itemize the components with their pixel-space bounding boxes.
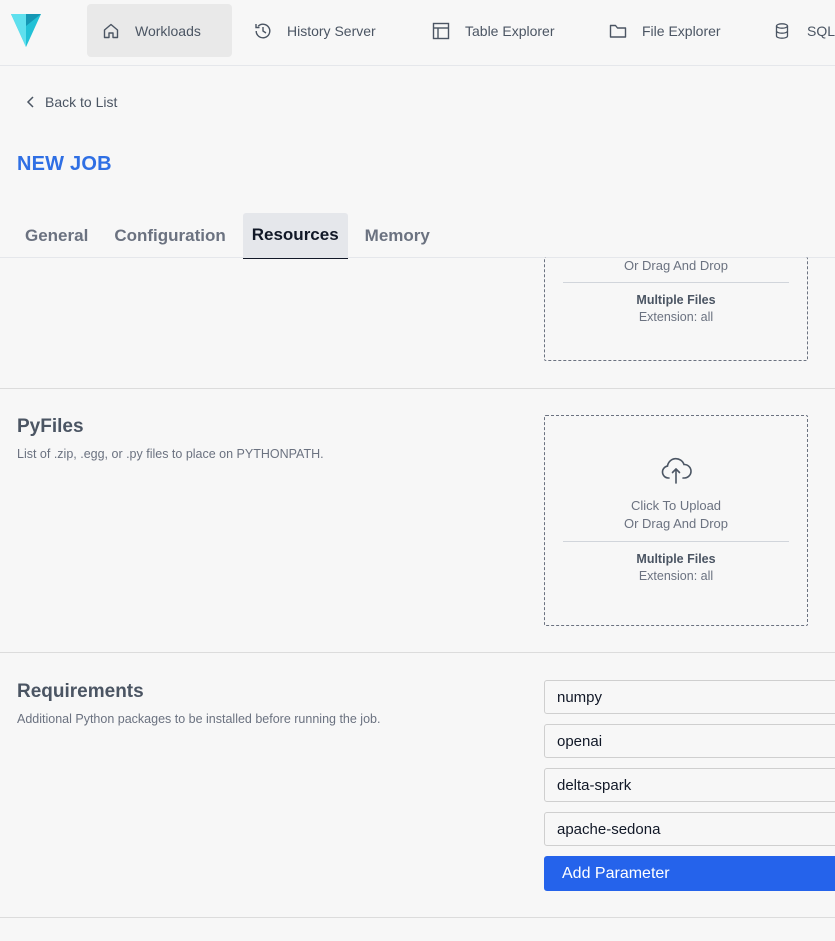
requirements-description: Additional Python packages to be install… — [17, 712, 381, 726]
click-to-upload-text: Click To Upload — [630, 498, 722, 513]
table-icon — [431, 21, 451, 41]
section-divider — [0, 388, 835, 389]
requirement-input[interactable]: delta-spark — [544, 768, 835, 802]
page-title: NEW JOB — [17, 153, 112, 175]
section-divider — [0, 652, 835, 653]
chevron-left-icon — [26, 96, 34, 108]
nav-item-label: SQL — [807, 22, 835, 39]
extension-label: Extension: all — [638, 310, 714, 324]
nav-item-label: History Server — [287, 22, 376, 39]
requirement-input[interactable]: numpy — [544, 680, 835, 714]
back-to-list-link[interactable]: Back to List — [24, 92, 117, 112]
folder-icon — [608, 21, 628, 41]
files-upload-dropzone[interactable]: Or Drag And Drop Multiple Files Extensio… — [544, 257, 808, 361]
requirement-input[interactable]: openai — [544, 724, 835, 758]
nav-item-label: Table Explorer — [465, 22, 555, 39]
extension-label: Extension: all — [638, 569, 714, 583]
nav-item-workloads[interactable]: Workloads — [87, 4, 232, 57]
section-divider — [0, 917, 835, 918]
upload-divider — [563, 541, 789, 542]
nav-item-file-explorer[interactable]: File Explorer — [608, 4, 721, 57]
drag-drop-text: Or Drag And Drop — [623, 516, 729, 531]
nav-item-label: Workloads — [135, 22, 201, 39]
pyfiles-title: PyFiles — [17, 416, 84, 437]
tab-bar: General Configuration Resources Memory — [16, 213, 447, 259]
multiple-files-label: Multiple Files — [636, 552, 716, 566]
back-label: Back to List — [45, 94, 118, 110]
pyfiles-description: List of .zip, .egg, or .py files to plac… — [17, 447, 324, 461]
pyfiles-upload-dropzone[interactable]: Click To Upload Or Drag And Drop Multipl… — [544, 415, 808, 626]
history-icon — [253, 21, 273, 41]
tab-memory[interactable]: Memory — [356, 213, 439, 259]
tab-resources[interactable]: Resources — [242, 213, 348, 259]
nav-item-label: File Explorer — [642, 22, 721, 39]
upload-divider — [563, 282, 789, 283]
drag-drop-text: Or Drag And Drop — [623, 258, 729, 273]
requirements-title: Requirements — [17, 681, 144, 702]
tab-general[interactable]: General — [16, 213, 97, 259]
nav-item-sql[interactable]: SQL — [772, 4, 835, 57]
cloud-upload-icon — [661, 457, 692, 484]
database-icon — [772, 21, 792, 41]
nav-item-table-explorer[interactable]: Table Explorer — [431, 4, 555, 57]
logo-icon[interactable] — [10, 12, 42, 48]
tab-configuration[interactable]: Configuration — [105, 213, 234, 259]
top-nav: Workloads History Server Table Explorer … — [0, 0, 835, 66]
multiple-files-label: Multiple Files — [636, 293, 716, 307]
nav-item-history-server[interactable]: History Server — [253, 4, 376, 57]
requirement-input[interactable]: apache-sedona — [544, 812, 835, 846]
home-icon — [101, 21, 121, 41]
add-parameter-button[interactable]: Add Parameter — [544, 856, 835, 891]
